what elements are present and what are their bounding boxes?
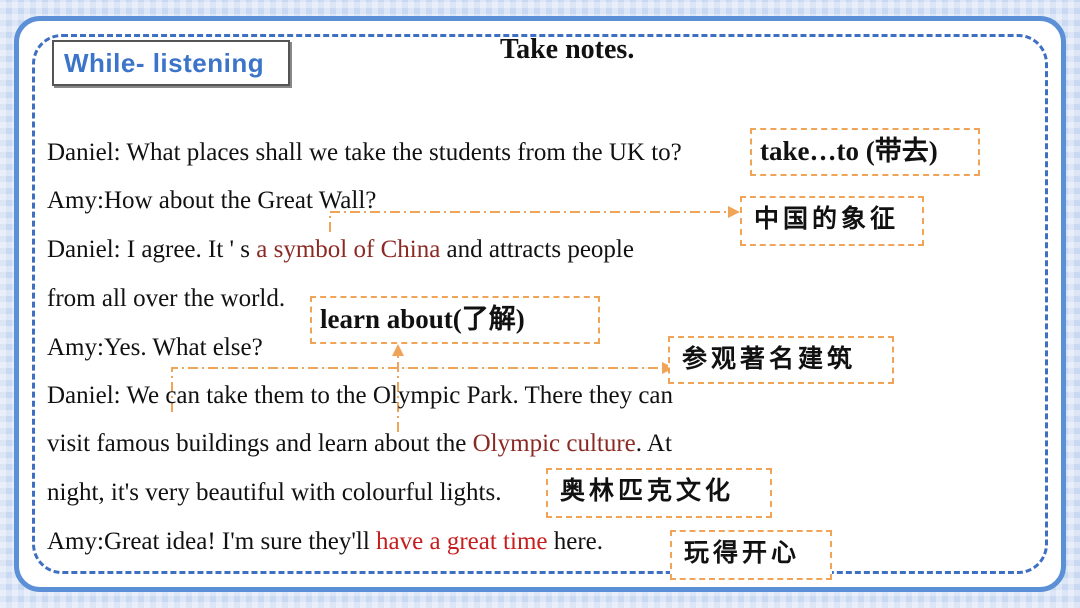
- note-take-to: take…to (带去): [750, 128, 980, 176]
- note-great-time: 玩得开心: [670, 530, 832, 580]
- dialogue-line-6: Daniel: We can take them to the Olympic …: [47, 382, 674, 409]
- line-3-text-pre: Daniel: I agree. It ' s: [47, 236, 257, 263]
- highlight-olympic-culture: Olympic culture: [472, 430, 636, 457]
- dialogue-line-5: Amy:Yes. What else?: [47, 334, 263, 361]
- highlight-symbol-of-china: a symbol of China: [256, 236, 441, 263]
- line-9-text-pre: Amy:Great idea! I'm sure they'll: [47, 528, 377, 555]
- line-3-text-post: and attracts people: [440, 236, 634, 263]
- dialogue-line-7: visit famous buildings and learn about t…: [47, 429, 672, 459]
- note-visit-buildings: 参观著名建筑: [668, 336, 894, 384]
- note-learn-about: learn about(了解): [310, 296, 600, 344]
- dialogue-line-9: Amy:Great idea! I'm sure they'll have a …: [47, 527, 603, 557]
- arrowhead-symbol: [728, 206, 740, 218]
- dialogue-line-3: Daniel: I agree. It ' s a symbol of Chin…: [47, 235, 634, 265]
- line-7-text-post: . At: [635, 430, 672, 457]
- note-olympic-culture: 奥林匹克文化: [546, 468, 772, 518]
- dialogue-line-4: from all over the world.: [47, 285, 286, 312]
- line-9-text-post: here.: [547, 528, 604, 555]
- connector-symbol: [329, 211, 730, 232]
- dialogue-line-8: night, it's very beautiful with colourfu…: [47, 479, 502, 506]
- dialogue-line-1: Daniel: What places shall we take the st…: [47, 139, 682, 166]
- line-7-text-pre: visit famous buildings and learn about t…: [47, 430, 473, 457]
- dialogue-line-2: Amy:How about the Great Wall?: [47, 187, 377, 214]
- note-symbol: 中国的象征: [740, 196, 924, 246]
- arrowhead-learn: [392, 344, 404, 356]
- highlight-great-time: have a great time: [376, 528, 548, 555]
